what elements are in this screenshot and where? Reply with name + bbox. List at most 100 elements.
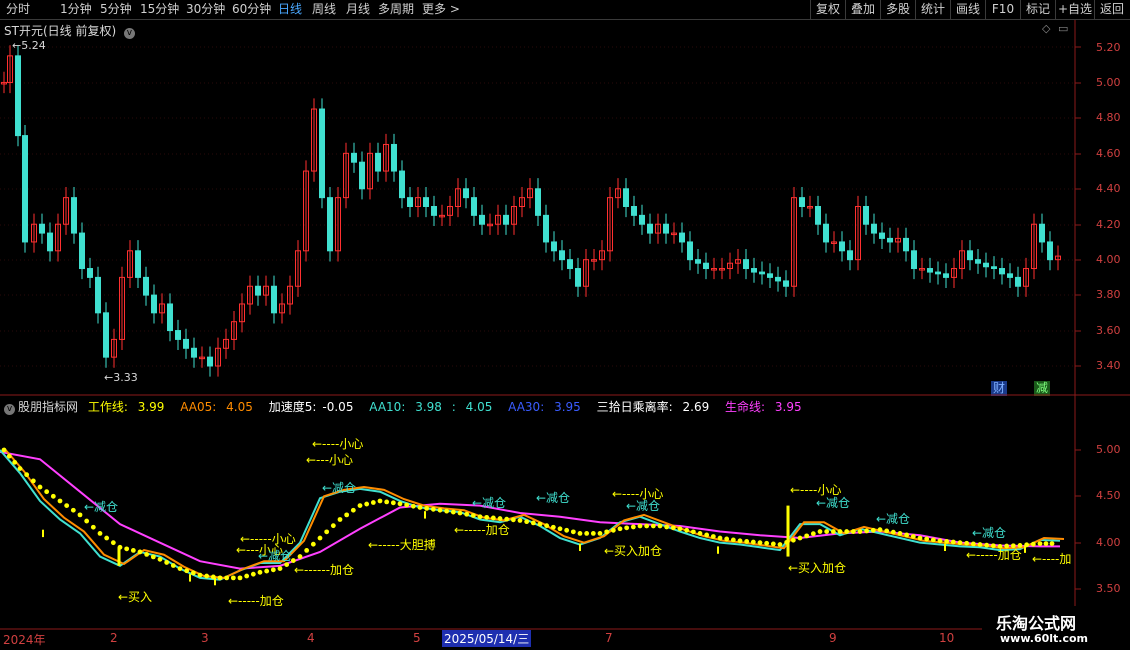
candle-body	[567, 259, 573, 270]
y-tick: 5.00	[1096, 76, 1121, 89]
candle-body	[119, 276, 125, 340]
candle-body	[559, 250, 565, 261]
candle-body	[175, 330, 181, 340]
work-line-dot	[97, 531, 103, 536]
high-price-label: ←5.24	[12, 39, 46, 52]
candle-body	[815, 206, 821, 225]
back-button[interactable]: 返回	[1094, 0, 1129, 19]
legend-aa30: AA30: 3.95	[508, 400, 581, 414]
candle-body	[431, 206, 437, 216]
chevron-down-icon[interactable]: v	[4, 404, 15, 415]
draw-line-button[interactable]: 画线	[950, 0, 985, 19]
period-fenshi[interactable]: 分时	[6, 1, 30, 18]
fuquan-button[interactable]: 复权	[810, 0, 845, 19]
candle-body	[487, 223, 493, 227]
candle-body	[111, 338, 117, 358]
multi-stock-button[interactable]: 多股	[880, 0, 915, 19]
annotation: ←减仓	[626, 499, 661, 513]
annotation: ←减仓	[258, 549, 293, 563]
annotation: ←减仓	[876, 512, 911, 526]
work-line-dot	[77, 512, 83, 518]
work-line-dot	[84, 518, 90, 524]
period-monthly[interactable]: 月线	[346, 1, 370, 18]
y-tick: 3.40	[1096, 359, 1121, 372]
mark-button[interactable]: 标记	[1020, 0, 1055, 19]
work-line-dot	[457, 510, 463, 516]
work-line-dot	[810, 531, 816, 537]
work-line-dot	[37, 484, 43, 490]
period-5min[interactable]: 5分钟	[100, 1, 132, 18]
work-line-dot	[17, 466, 23, 471]
overlay-button[interactable]: 叠加	[845, 0, 880, 19]
time-label: 4	[307, 631, 315, 645]
work-line-dot	[897, 531, 903, 536]
work-line-dot	[750, 539, 756, 545]
work-line-dot	[130, 547, 136, 553]
candle-body	[215, 347, 221, 367]
finance-badge[interactable]: 财	[991, 381, 1007, 396]
work-line-dot	[630, 524, 636, 530]
work-line-dot	[637, 523, 643, 529]
time-label: 2024年	[3, 633, 46, 647]
work-line-dot	[397, 501, 403, 507]
work-line-dot	[604, 529, 610, 535]
diamond-icon[interactable]: ◇	[1042, 22, 1050, 35]
work-line-dot	[57, 498, 63, 504]
work-line-dot	[664, 524, 670, 530]
f10-button[interactable]: F10	[985, 0, 1020, 19]
work-line-dot	[30, 478, 36, 484]
work-line-dot	[190, 570, 196, 576]
stats-button[interactable]: 统计	[915, 0, 950, 19]
work-line-dot	[730, 537, 736, 543]
y-tick: 3.80	[1096, 288, 1121, 301]
work-line-dot	[744, 539, 750, 544]
legend-aa05: AA05: 4.05	[180, 400, 253, 414]
period-daily[interactable]: 日线	[278, 1, 302, 18]
candle-body	[479, 214, 485, 225]
chevron-down-icon[interactable]: v	[123, 28, 135, 39]
candle-body	[231, 321, 237, 340]
candle-body	[999, 268, 1005, 275]
reduce-badge[interactable]: 减	[1034, 381, 1050, 396]
candle-body	[903, 237, 909, 252]
period-1min[interactable]: 1分钟	[60, 1, 92, 18]
y-tick: 3.50	[1096, 582, 1121, 595]
candle-body	[927, 268, 933, 273]
work-line-dot	[690, 529, 696, 535]
period-more[interactable]: 更多 >	[422, 1, 460, 18]
candle-body	[983, 262, 989, 268]
period-weekly[interactable]: 周线	[312, 1, 336, 18]
candle-body	[687, 241, 693, 261]
candle-body	[463, 188, 469, 199]
work-line-dot	[524, 519, 530, 525]
work-line-dot	[137, 549, 143, 555]
work-line-dot	[1, 447, 7, 453]
work-line-dot	[210, 574, 216, 580]
period-15min[interactable]: 15分钟	[140, 1, 179, 18]
work-line-dot	[437, 507, 443, 513]
annotation: ←买入加仓	[604, 544, 663, 558]
chart-canvas[interactable]	[0, 0, 1130, 650]
work-line-dot	[784, 539, 790, 545]
period-30min[interactable]: 30分钟	[186, 1, 225, 18]
candle-body	[415, 197, 421, 207]
candle-body	[263, 285, 269, 296]
y-tick: 4.60	[1096, 147, 1121, 160]
candle-body	[279, 303, 285, 314]
period-60min[interactable]: 60分钟	[232, 1, 271, 18]
chart-settings-icon[interactable]: ▭	[1058, 22, 1068, 35]
work-line-dot	[530, 520, 536, 526]
candle-body	[703, 262, 709, 270]
candle-body	[167, 303, 173, 332]
work-line-dot	[184, 568, 190, 574]
candle-body	[839, 241, 845, 252]
period-multi[interactable]: 多周期	[378, 1, 414, 18]
add-watchlist-button[interactable]: +自选	[1055, 0, 1094, 19]
candle-body	[551, 241, 557, 252]
candle-body	[367, 152, 373, 190]
candle-body	[271, 285, 277, 314]
candle-body	[783, 280, 789, 287]
annotation: ←减仓	[84, 500, 119, 514]
candle-body	[631, 206, 637, 216]
work-line-dot	[90, 524, 96, 530]
